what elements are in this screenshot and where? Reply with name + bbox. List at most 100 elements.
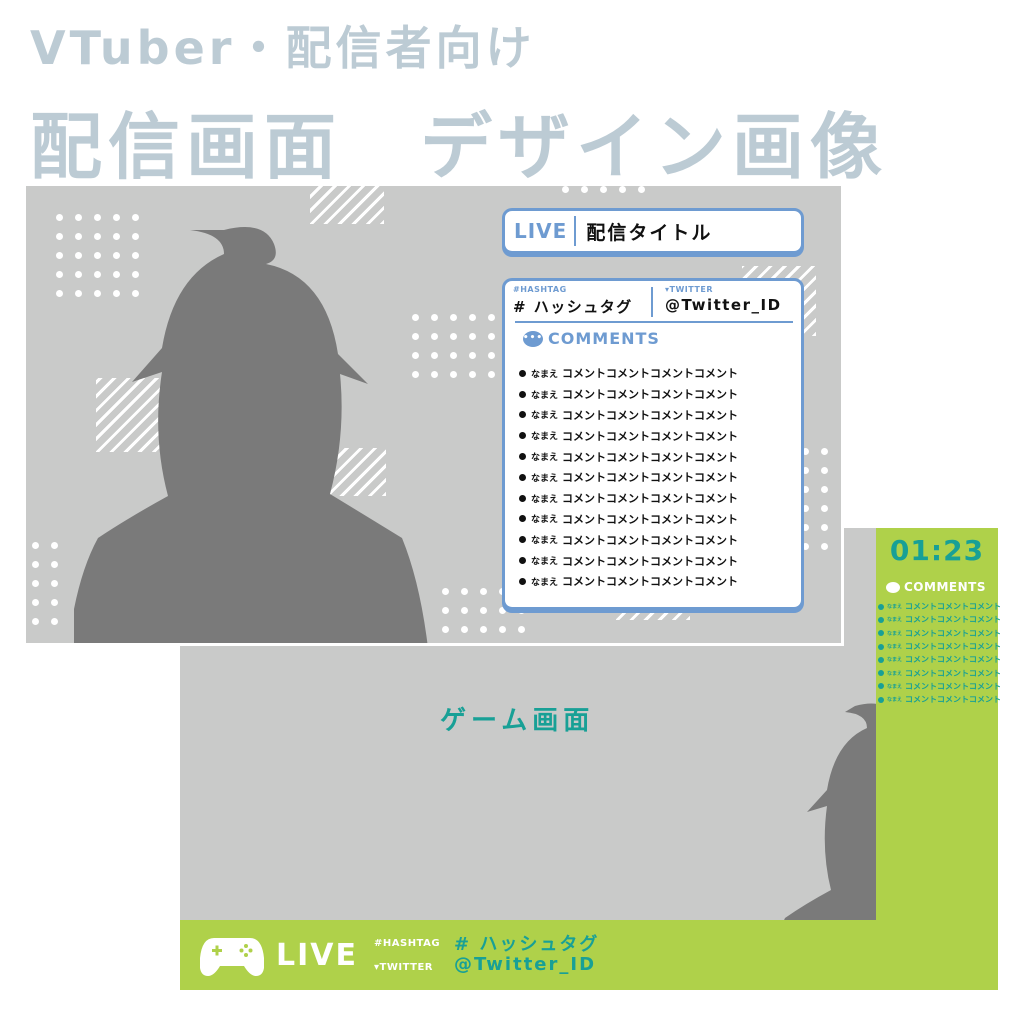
game-comments-header: COMMENTS [886, 580, 986, 594]
comment-author: なまえ [887, 683, 903, 690]
bullet-icon [519, 432, 526, 440]
game-comment-item: なまえ コメントコメントコメント [878, 653, 1001, 666]
comment-item: なまえ コメントコメントコメントコメント [519, 550, 738, 571]
hashtag-label: #HASHTAG [513, 285, 567, 294]
comment-text: コメントコメントコメントコメント [562, 388, 739, 402]
bullet-icon [878, 643, 884, 650]
game-bottom-bar: LIVE #HASHTAG ▾TWITTER # ハッシュタグ @Twitter… [180, 920, 998, 990]
comment-item: なまえ コメントコメントコメントコメント [519, 467, 738, 488]
bullet-icon [519, 473, 526, 481]
game-comment-list: なまえ コメントコメントコメント なまえ コメントコメントコメント なまえ コメントコメン… [878, 600, 1001, 706]
bullet-icon [519, 536, 526, 544]
comment-text: コメントコメントコメントコメント [562, 429, 739, 443]
comment-author: なまえ [531, 494, 559, 505]
comment-list: なまえ コメントコメントコメントコメント なまえ コメントコメントコメントコメント なま… [519, 363, 738, 592]
stream-title: 配信タイトル [586, 221, 713, 244]
comment-text: コメントコメントコメントコメント [562, 492, 739, 506]
bullet-icon [878, 630, 884, 637]
comment-item: なまえ コメントコメントコメントコメント [519, 571, 738, 592]
bar-live-label: LIVE [276, 938, 358, 973]
game-comment-item: なまえ コメントコメントコメント [878, 680, 1001, 693]
comment-item: なまえ コメントコメントコメントコメント [519, 488, 738, 509]
game-comment-item: なまえ コメントコメントコメント [878, 600, 1001, 613]
comment-item: なまえ コメントコメントコメントコメント [519, 509, 738, 530]
comment-text: コメントコメントコメント [905, 655, 1002, 665]
comment-item: なまえ コメントコメントコメントコメント [519, 384, 738, 405]
bullet-icon [519, 557, 526, 565]
comment-text: コメントコメントコメント [905, 668, 1002, 678]
comment-author: なまえ [887, 670, 903, 677]
comment-author: なまえ [531, 369, 559, 380]
headline-title: 配信画面 デザイン画像 [30, 105, 889, 189]
comment-text: コメントコメントコメント [905, 695, 1002, 705]
bullet-icon [519, 577, 526, 585]
bar-hashtag-value: # ハッシュタグ [454, 934, 600, 955]
comment-text: コメントコメントコメント [905, 628, 1002, 638]
comment-author: なまえ [531, 577, 559, 588]
stream-timer: 01:23 [889, 534, 985, 567]
game-comment-item: なまえ コメントコメントコメント [878, 693, 1001, 706]
stream-title-bar: LIVE 配信タイトル [502, 208, 804, 254]
bullet-icon [878, 683, 884, 690]
comment-author: なまえ [531, 390, 559, 401]
bullet-icon [519, 453, 526, 461]
comment-item: なまえ コメントコメントコメントコメント [519, 425, 738, 446]
comment-author: なまえ [887, 644, 903, 651]
comment-author: なまえ [531, 432, 559, 443]
comment-author: なまえ [887, 604, 903, 611]
comment-author: なまえ [887, 697, 903, 704]
comments-title: COMMENTS [548, 329, 660, 348]
comments-header: ••• COMMENTS [523, 329, 660, 348]
comment-text: コメントコメントコメント [905, 602, 1002, 612]
comment-text: コメントコメントコメントコメント [562, 367, 739, 381]
bullet-icon [878, 603, 884, 610]
bullet-icon [878, 696, 884, 703]
bullet-icon [519, 411, 526, 419]
bar-twitter-label: ▾TWITTER [374, 962, 434, 973]
bar-twitter-value: @Twitter_ID [454, 954, 597, 975]
comment-author: なまえ [887, 630, 903, 637]
hashtag-value: # ハッシュタグ [513, 298, 633, 316]
comment-author: なまえ [531, 411, 559, 422]
comments-panel: #HASHTAG # ハッシュタグ ▾TWITTER @Twitter_ID •… [502, 278, 804, 610]
comment-author: なまえ [531, 515, 559, 526]
bullet-icon [519, 369, 526, 377]
live-label: LIVE [514, 219, 568, 243]
comment-text: コメントコメントコメントコメント [562, 450, 739, 464]
game-comment-item: なまえ コメントコメントコメント [878, 613, 1001, 626]
headline-subtitle: VTuber・配信者向け [30, 21, 536, 75]
game-comments-title: COMMENTS [904, 580, 986, 594]
bullet-icon [878, 616, 884, 623]
comment-text: コメントコメントコメント [905, 681, 1002, 691]
bullet-icon [878, 656, 884, 663]
twitter-value: @Twitter_ID [665, 296, 782, 314]
game-comment-item: なまえ コメントコメントコメント [878, 666, 1001, 679]
hashtag-block: #HASHTAG # ハッシュタグ [513, 285, 633, 317]
bullet-icon [878, 670, 884, 677]
comment-text: コメントコメントコメントコメント [562, 408, 739, 422]
comment-item: なまえ コメントコメントコメントコメント [519, 363, 738, 384]
comment-author: なまえ [531, 536, 559, 547]
speech-bubble-icon: ••• [523, 330, 543, 347]
comment-text: コメントコメントコメントコメント [562, 471, 739, 485]
comment-text: コメントコメントコメント [905, 615, 1002, 625]
bullet-icon [519, 515, 526, 523]
game-comment-item: なまえ コメントコメントコメント [878, 640, 1001, 653]
bullet-icon [519, 494, 526, 502]
comment-item: なまえ コメントコメントコメントコメント [519, 405, 738, 426]
bar-hashtag-label: #HASHTAG [374, 938, 441, 949]
gamepad-icon [200, 938, 264, 976]
twitter-label: ▾TWITTER [665, 285, 713, 294]
comment-text: コメントコメントコメントコメント [562, 533, 739, 547]
comment-text: コメントコメントコメントコメント [562, 554, 739, 568]
bullet-icon [519, 390, 526, 398]
comment-text: コメントコメントコメント [905, 642, 1002, 652]
comment-text: コメントコメントコメントコメント [562, 575, 739, 589]
game-comment-item: なまえ コメントコメントコメント [878, 627, 1001, 640]
divider [651, 287, 653, 317]
comment-author: なまえ [531, 473, 559, 484]
comment-item: なまえ コメントコメントコメントコメント [519, 446, 738, 467]
comment-author: なまえ [887, 617, 903, 624]
game-screen-label: ゲーム画面 [440, 706, 595, 736]
comment-author: なまえ [887, 657, 903, 664]
